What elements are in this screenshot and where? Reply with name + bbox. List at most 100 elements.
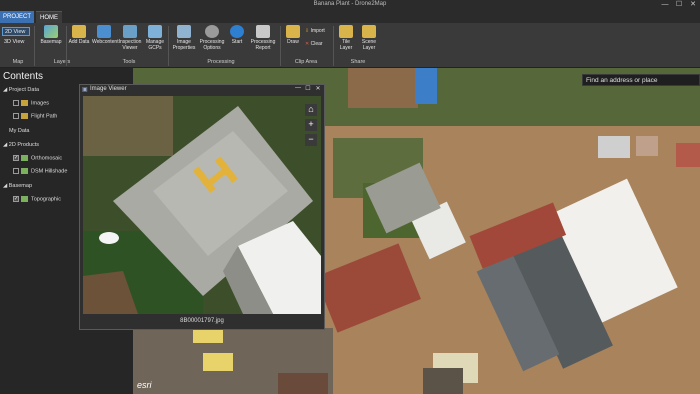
3d-view-label: 3D View (4, 39, 25, 45)
tab-project[interactable]: PROJECT (0, 11, 34, 23)
maximize-button[interactable]: ☐ (303, 85, 313, 92)
webcontent-button[interactable]: Webcontent (92, 25, 119, 45)
divider (333, 26, 334, 66)
webcontent-label: Webcontent (92, 39, 119, 45)
tree-group-my-data[interactable]: My Data (9, 128, 29, 134)
raster-layer-icon (21, 100, 28, 106)
tile-layer-icon (339, 25, 353, 38)
layer-item-orthomosaic[interactable]: ✓ Orthomosaic (13, 155, 62, 161)
scene-layer-label: Scene Layer (361, 39, 377, 51)
clear-button[interactable]: ✕ Clear (305, 41, 331, 47)
tile-layer-label: Tile Layer (339, 39, 353, 51)
add-data-button[interactable]: Add Data (68, 25, 90, 45)
layers-group-label: Layers (53, 59, 71, 65)
clip-area-group-label: Clip Area (294, 59, 318, 65)
web-content-icon (97, 25, 111, 38)
processing-options-label: Processing Options (199, 39, 225, 51)
start-label: Start (231, 39, 243, 45)
scene-layer-icon (362, 25, 376, 38)
tree-group-label: Project Data (8, 87, 40, 93)
tree-group-project-data[interactable]: ◢ Project Data (3, 87, 39, 93)
divider (280, 26, 281, 66)
pencil-icon (286, 25, 300, 38)
tab-home[interactable]: HOME (36, 11, 62, 23)
esri-logo: esri (137, 380, 152, 390)
clear-label: Clear (310, 41, 323, 47)
tree-group-label: Basemap (8, 183, 33, 189)
draw-label: Draw (287, 39, 299, 45)
layer-label: Flight Path (31, 113, 58, 120)
scene-layer-button[interactable]: Scene Layer (358, 25, 380, 51)
image-viewer-window[interactable]: ▣ Image Viewer — ☐ ✕ ⌂ + − 8B00001797.jp… (79, 84, 325, 330)
minimize-button[interactable]: — (658, 0, 672, 10)
import-button[interactable]: ⇩ Import (305, 28, 331, 34)
image-properties-label: Image Properties (172, 39, 196, 51)
inspection-viewer-label: Inspection Viewer (118, 39, 142, 51)
helipad-image (83, 96, 321, 314)
2d-view-label: 2D View (5, 29, 26, 35)
basemap-button[interactable]: Basemap (38, 25, 64, 45)
basemap-label: Basemap (40, 39, 62, 45)
tools-group-label: Tools (122, 59, 136, 65)
layer-label: Images (31, 100, 50, 107)
layer-label: Orthomosaic (31, 155, 63, 162)
manage-gcps-button[interactable]: Manage GCPs (144, 25, 166, 51)
contents-title: Contents (3, 71, 44, 82)
layer-label: DSM Hillshade (31, 168, 68, 175)
chevron-down-icon[interactable]: ◢ (3, 183, 7, 189)
map-group-label: Map (12, 59, 24, 65)
layer-item-flight-path[interactable]: Flight Path (13, 113, 57, 119)
add-data-label: Add Data (68, 39, 90, 45)
visibility-checkbox[interactable] (13, 168, 19, 174)
tree-group-label: 2D Products (8, 142, 40, 148)
3d-view-button[interactable]: 3D View (2, 38, 30, 47)
tree-group-basemap[interactable]: ◢ Basemap (3, 183, 32, 189)
chevron-down-icon[interactable]: ◢ (3, 87, 7, 93)
draw-button[interactable]: Draw (283, 25, 303, 45)
gear-icon (205, 25, 219, 38)
search-placeholder: Find an address or place (586, 77, 658, 84)
inspection-viewer-button[interactable]: Inspection Viewer (117, 25, 143, 51)
layer-item-images[interactable]: Images (13, 100, 49, 106)
close-button[interactable]: ✕ (313, 85, 323, 92)
start-button[interactable]: Start (229, 25, 245, 45)
manage-gcps-label: Manage GCPs (145, 39, 165, 51)
zoom-in-button[interactable]: + (305, 119, 317, 131)
tile-layer-button[interactable]: Tile Layer (336, 25, 356, 51)
basemap-icon (44, 25, 58, 38)
visibility-checkbox[interactable]: ✓ (13, 196, 19, 202)
minimize-button[interactable]: — (293, 85, 303, 91)
raster-layer-icon (21, 168, 28, 174)
processing-group-label: Processing (207, 59, 235, 65)
processing-options-button[interactable]: Processing Options (198, 25, 226, 51)
maximize-button[interactable]: ☐ (672, 0, 686, 10)
image-viewer-icon: ▣ (82, 87, 88, 93)
layer-label: Topographic (31, 196, 61, 203)
import-label: Import (310, 28, 325, 34)
image-viewer-title: Image Viewer (90, 86, 127, 92)
search-input[interactable]: Find an address or place (582, 74, 700, 86)
image-properties-button[interactable]: Image Properties (171, 25, 197, 51)
image-properties-icon (177, 25, 191, 38)
ribbon-tabs: PROJECT HOME (0, 10, 700, 23)
layer-item-dsm-hillshade[interactable]: DSM Hillshade (13, 168, 67, 174)
tree-group-2d-products[interactable]: ◢ 2D Products (3, 142, 39, 148)
layer-item-topographic[interactable]: ✓ Topographic (13, 196, 61, 202)
line-layer-icon (21, 113, 28, 119)
divider (66, 26, 67, 66)
zoom-out-button[interactable]: − (305, 134, 317, 146)
home-icon[interactable]: ⌂ (305, 104, 317, 116)
play-icon (230, 25, 244, 38)
visibility-checkbox[interactable] (13, 113, 19, 119)
processing-report-button[interactable]: Processing Report (249, 25, 277, 51)
share-group-label: Share (350, 59, 366, 65)
2d-view-button[interactable]: 2D View (2, 27, 30, 36)
chevron-down-icon[interactable]: ◢ (3, 142, 7, 148)
visibility-checkbox[interactable]: ✓ (13, 155, 19, 161)
drone-photo[interactable]: ⌂ + − (83, 96, 321, 314)
divider (168, 26, 169, 66)
close-button[interactable]: ✕ (686, 0, 700, 10)
visibility-checkbox[interactable] (13, 100, 19, 106)
divider (34, 26, 35, 66)
image-filename: 8B00001797.jpg (180, 318, 224, 324)
